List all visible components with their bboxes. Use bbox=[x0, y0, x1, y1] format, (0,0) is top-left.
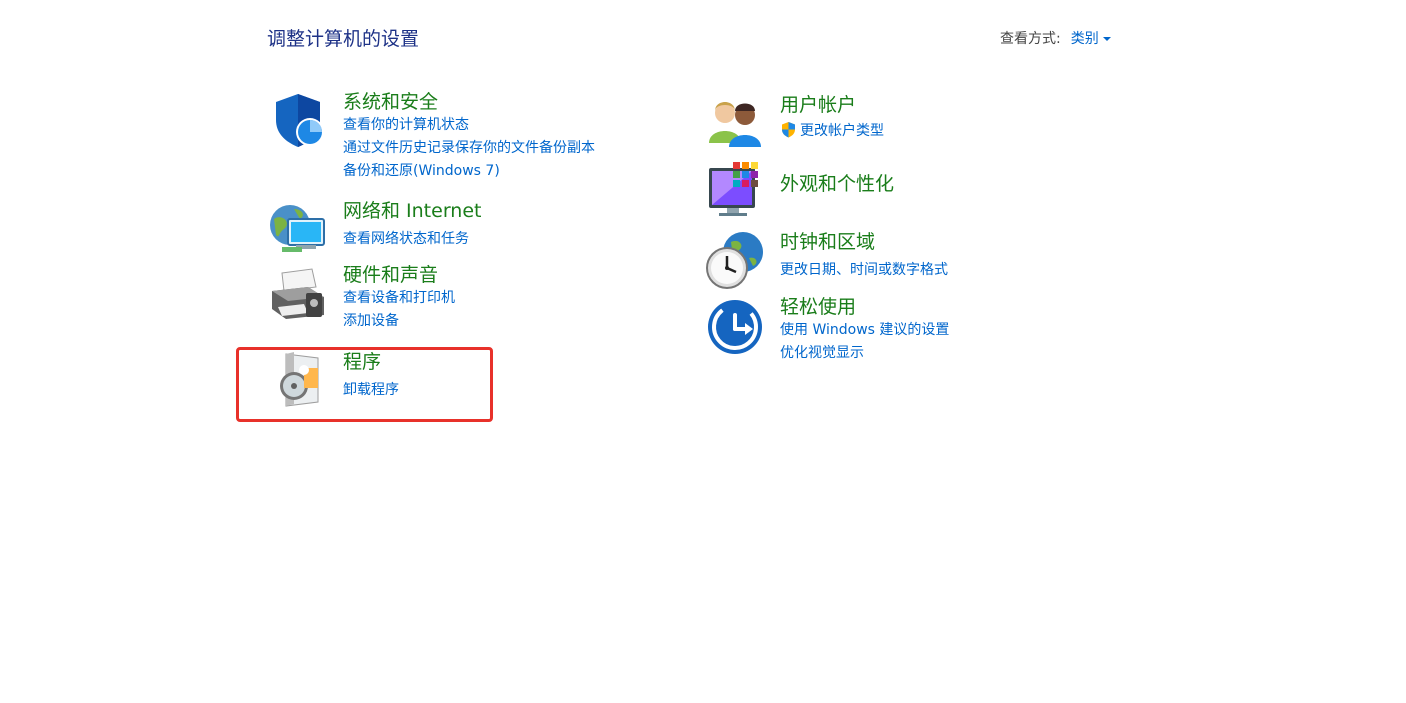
link-devices-printers[interactable]: 查看设备和打印机 bbox=[343, 287, 455, 310]
link-backup-restore[interactable]: 备份和还原(Windows 7) bbox=[343, 160, 595, 183]
view-by-value[interactable]: 类别 bbox=[1071, 31, 1099, 47]
link-add-device[interactable]: 添加设备 bbox=[343, 310, 455, 333]
heading-clock-region[interactable]: 时钟和区域 bbox=[780, 230, 948, 254]
shield-icon[interactable] bbox=[268, 90, 328, 150]
link-network-status[interactable]: 查看网络状态和任务 bbox=[343, 228, 481, 251]
page-title: 调整计算机的设置 bbox=[267, 28, 420, 50]
chevron-down-icon[interactable] bbox=[1102, 37, 1111, 41]
monitor-palette-icon[interactable] bbox=[705, 160, 765, 220]
link-optimize-visual-display[interactable]: 优化视觉显示 bbox=[780, 342, 949, 365]
link-recommended-settings[interactable]: 使用 Windows 建议的设置 bbox=[780, 319, 949, 342]
heading-appearance[interactable]: 外观和个性化 bbox=[780, 172, 894, 196]
link-change-account-type-label[interactable]: 更改帐户类型 bbox=[800, 123, 884, 139]
users-icon[interactable] bbox=[705, 93, 765, 153]
heading-hardware-sound[interactable]: 硬件和声音 bbox=[343, 263, 455, 287]
heading-user-accounts[interactable]: 用户帐户 bbox=[780, 93, 884, 117]
link-change-account-type[interactable]: 更改帐户类型 bbox=[780, 120, 884, 143]
view-by: 查看方式: 类别 bbox=[1000, 28, 1111, 48]
heading-ease-of-access[interactable]: 轻松使用 bbox=[780, 295, 949, 319]
link-change-date-time[interactable]: 更改日期、时间或数字格式 bbox=[780, 259, 948, 282]
highlight-box bbox=[236, 347, 493, 422]
printer-icon[interactable] bbox=[268, 263, 328, 323]
link-file-history[interactable]: 通过文件历史记录保存你的文件备份副本 bbox=[343, 137, 595, 160]
control-panel-page: 调整计算机的设置 查看方式: 类别 系统和安全 查看你的计算机状态 通过文件历史记… bbox=[0, 0, 1406, 703]
ease-of-access-icon[interactable] bbox=[705, 295, 765, 355]
heading-system-security[interactable]: 系统和安全 bbox=[343, 90, 595, 114]
heading-network-internet[interactable]: 网络和 Internet bbox=[343, 199, 481, 223]
view-by-dropdown[interactable]: 类别 bbox=[1071, 31, 1111, 47]
uac-shield-icon bbox=[782, 122, 795, 138]
clock-globe-icon[interactable] bbox=[705, 230, 765, 290]
network-globe-icon[interactable] bbox=[268, 199, 328, 259]
view-by-label: 查看方式: bbox=[1000, 31, 1061, 47]
link-check-status[interactable]: 查看你的计算机状态 bbox=[343, 114, 595, 137]
